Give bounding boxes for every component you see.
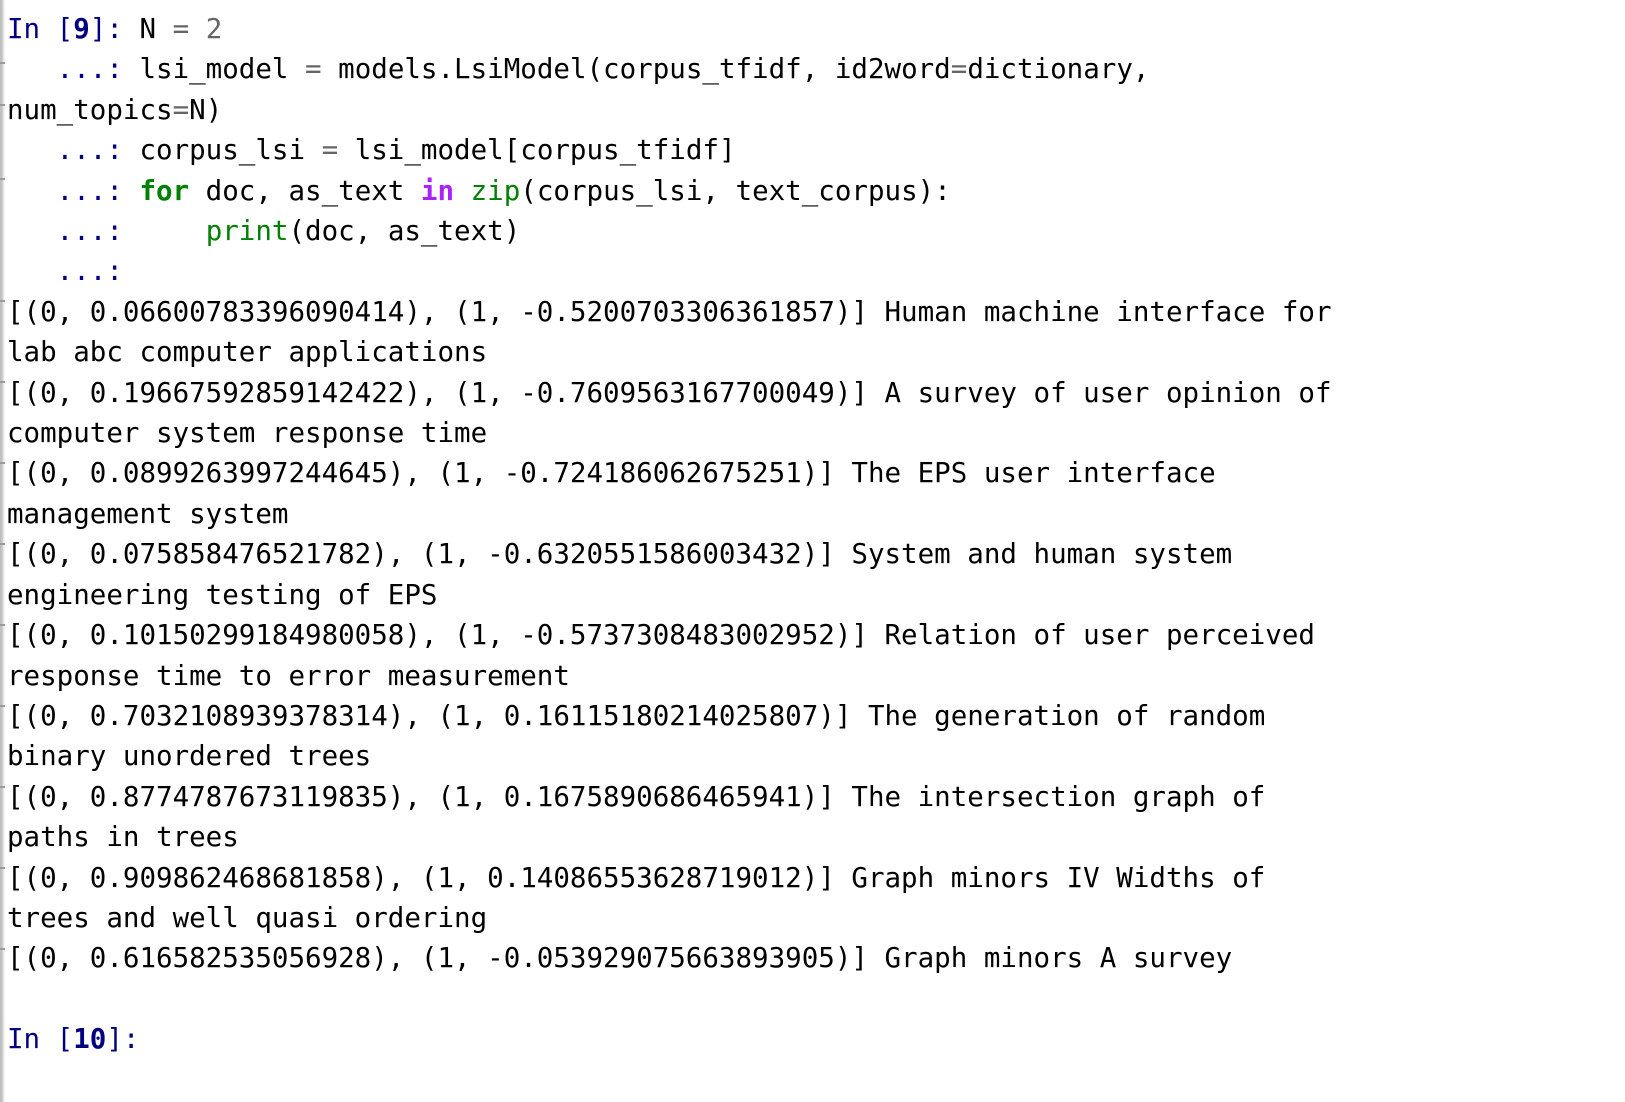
output-line-vector: [(0, 0.19667592859142422), (1, -0.760956… xyxy=(5,373,1625,413)
output-line-doc-wrap: paths in trees xyxy=(7,821,239,854)
output-line-vector: [(0, 0.075858476521782), (1, -0.63205515… xyxy=(5,534,1625,574)
code-line-2: ...: lsi_model = models.LsiModel(corpus_… xyxy=(5,49,1625,89)
output-line-doc-wrap: computer system response time xyxy=(7,417,488,450)
continuation-prompt: ...: xyxy=(7,174,140,207)
in-prompt-number: 10 xyxy=(73,1023,107,1056)
code-line-4: ...: for doc, as_text in zip(corpus_lsi,… xyxy=(5,171,1625,211)
output-document-part: A survey of user opinion of xyxy=(884,376,1332,409)
output-document-part: Graph minors IV Widths of xyxy=(851,861,1266,894)
code-zip-args: (corpus_lsi, text_corpus): xyxy=(520,174,951,207)
code-operator-assign: = xyxy=(321,134,339,167)
code-print-args: (doc, as_text) xyxy=(288,215,521,248)
code-keyword-in: in xyxy=(420,174,455,207)
code-lsi-model-index: lsi_model[corpus_tfidf] xyxy=(338,134,736,167)
output-line-vector: [(0, 0.10150299184980058), (1, -0.573730… xyxy=(5,615,1625,655)
code-var-n: N xyxy=(139,13,173,45)
output-line-vector: [(0, 0.7032108939378314), (1, 0.16115180… xyxy=(5,696,1625,736)
output-document-part: System and human system xyxy=(851,538,1233,571)
code-operator-assign: = xyxy=(172,13,190,45)
continuation-prompt: ...: xyxy=(7,53,140,86)
continuation-prompt: ...: xyxy=(7,215,206,248)
output-document-part: The generation of random xyxy=(867,699,1266,732)
code-operator-kwarg: = xyxy=(950,53,968,86)
code-keyword-for: for xyxy=(139,174,190,207)
code-operator-kwarg: = xyxy=(172,93,190,126)
output-vector: [(0, 0.06600783396090414), (1, -0.520070… xyxy=(7,295,885,328)
code-operator-assign: = xyxy=(305,53,322,86)
next-input-prompt[interactable]: In [10]: xyxy=(5,1019,1625,1059)
output-line-vector: [(0, 0.0899263997244645), (1, -0.7241860… xyxy=(5,453,1625,493)
output-vector: [(0, 0.0899263997244645), (1, -0.7241860… xyxy=(7,457,852,490)
output-document-part: The EPS user interface xyxy=(851,457,1216,490)
output-line-doc-wrap: management system xyxy=(7,497,289,530)
in-prompt-number: 9 xyxy=(73,13,90,45)
ipython-console-screenshot: In [9]: N = 2 ...: lsi_model = models.Ls… xyxy=(0,0,1625,1102)
continuation-prompt: ...: xyxy=(7,134,140,167)
output-blank-line xyxy=(5,979,1625,1019)
output-line-doc-wrap: engineering testing of EPS xyxy=(7,578,438,611)
in-prompt-open: In [ xyxy=(7,1023,74,1056)
output-vector: [(0, 0.10150299184980058), (1, -0.573730… xyxy=(7,619,885,652)
output-vector: [(0, 0.616582535056928), (1, -0.05392907… xyxy=(7,942,885,975)
output-line-vector: [(0, 0.06600783396090414), (1, -0.520070… xyxy=(5,292,1625,332)
code-line-5: ...: print(doc, as_text) xyxy=(5,211,1625,251)
output-line-vector: [(0, 0.8774787673119835), (1, 0.16758906… xyxy=(5,777,1625,817)
output-vector: [(0, 0.909862468681858), (1, 0.140865536… xyxy=(7,861,852,894)
code-builtin-print: print xyxy=(205,215,289,248)
console-output-area[interactable]: In [9]: N = 2 ...: lsi_model = models.Ls… xyxy=(5,0,1625,1102)
code-num-topics-value: N) xyxy=(189,93,223,126)
code-line-2-wrapped: num_topics=N) xyxy=(5,90,1625,130)
output-vector: [(0, 0.19667592859142422), (1, -0.760956… xyxy=(7,376,885,409)
output-line-vector: [(0, 0.909862468681858), (1, 0.140865536… xyxy=(5,858,1625,898)
code-line-3: ...: corpus_lsi = lsi_model[corpus_tfidf… xyxy=(5,130,1625,170)
output-line-doc-wrap: trees and well quasi ordering xyxy=(7,901,488,934)
output-vector: [(0, 0.075858476521782), (1, -0.63205515… xyxy=(7,538,852,571)
code-dictionary-arg: dictionary, xyxy=(967,53,1150,86)
code-builtin-zip: zip xyxy=(470,174,521,207)
code-line-1: In [9]: N = 2 xyxy=(5,9,1625,49)
code-number-2: 2 xyxy=(189,13,223,45)
output-line-vector: [(0, 0.616582535056928), (1, -0.05392907… xyxy=(5,938,1625,978)
output-document-part: Graph minors A survey xyxy=(884,942,1233,975)
output-line-doc-wrap: binary unordered trees xyxy=(7,740,372,773)
in-prompt-close: ]: xyxy=(106,1023,140,1056)
in-prompt-open: In [ xyxy=(7,13,74,45)
output-vector: [(0, 0.8774787673119835), (1, 0.16758906… xyxy=(7,780,852,813)
output-line-doc-wrap: lab abc computer applications xyxy=(7,336,488,369)
in-prompt-close: ]: xyxy=(89,13,140,45)
code-corpus-lsi-assign: corpus_lsi xyxy=(139,134,322,167)
output-document-part: Human machine interface for xyxy=(884,295,1332,328)
output-line-doc-wrap: response time to error measurement xyxy=(7,659,570,692)
output-vector: [(0, 0.7032108939378314), (1, 0.16115180… xyxy=(7,699,868,732)
code-models-lsimodel-call: models.LsiModel(corpus_tfidf, id2word xyxy=(321,53,951,86)
continuation-prompt-empty: ...: xyxy=(7,255,140,288)
output-document-part: The intersection graph of xyxy=(851,780,1266,813)
code-lsi-model-assign: lsi_model xyxy=(139,53,306,86)
code-loop-targets: doc, as_text xyxy=(189,174,421,207)
code-num-topics-kwarg: num_topics xyxy=(7,93,173,126)
code-line-6: ...: xyxy=(5,251,1625,291)
output-document-part: Relation of user perceived xyxy=(884,619,1315,652)
